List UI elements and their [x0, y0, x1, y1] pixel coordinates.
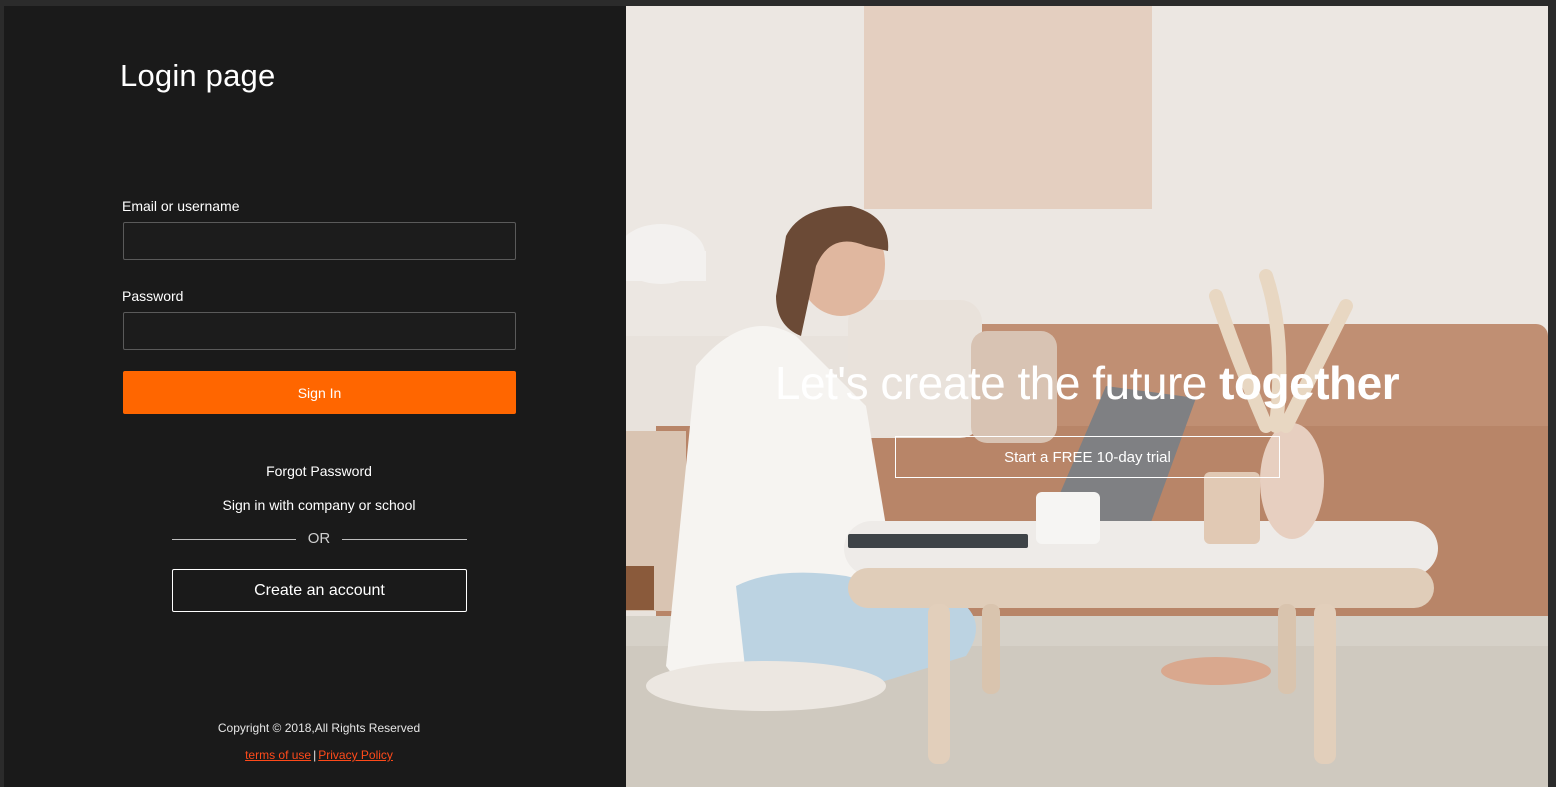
divider-line-right: [342, 539, 467, 540]
password-label: Password: [122, 288, 184, 304]
hero-panel: Let's create the future together Start a…: [626, 6, 1548, 787]
hero-heading: Let's create the future together: [626, 356, 1548, 410]
divider-line-left: [172, 539, 296, 540]
app-frame: Login page Email or username Password Si…: [4, 6, 1548, 787]
hero-heading-light: Let's create the future: [774, 357, 1208, 409]
forgot-password-link[interactable]: Forgot Password: [4, 463, 634, 479]
login-panel: Login page Email or username Password Si…: [4, 6, 626, 787]
email-field[interactable]: [123, 222, 516, 260]
terms-of-use-link[interactable]: terms of use: [245, 748, 311, 762]
start-trial-button[interactable]: Start a FREE 10-day trial: [895, 436, 1280, 478]
hero-heading-bold: together: [1219, 357, 1400, 409]
legal-separator: |: [313, 748, 317, 762]
privacy-policy-link[interactable]: Privacy Policy: [318, 748, 393, 762]
legal-links: terms of use | Privacy Policy: [4, 748, 634, 762]
or-text: OR: [307, 530, 331, 547]
sign-in-button[interactable]: Sign In: [123, 371, 516, 414]
company-signin-link[interactable]: Sign in with company or school: [4, 497, 634, 513]
create-account-button[interactable]: Create an account: [172, 569, 467, 612]
or-divider: OR: [172, 530, 467, 550]
copyright-text: Copyright © 2018,All Rights Reserved: [217, 721, 421, 735]
page-title: Login page: [120, 58, 276, 93]
email-label: Email or username: [122, 198, 240, 214]
password-field[interactable]: [123, 312, 516, 350]
